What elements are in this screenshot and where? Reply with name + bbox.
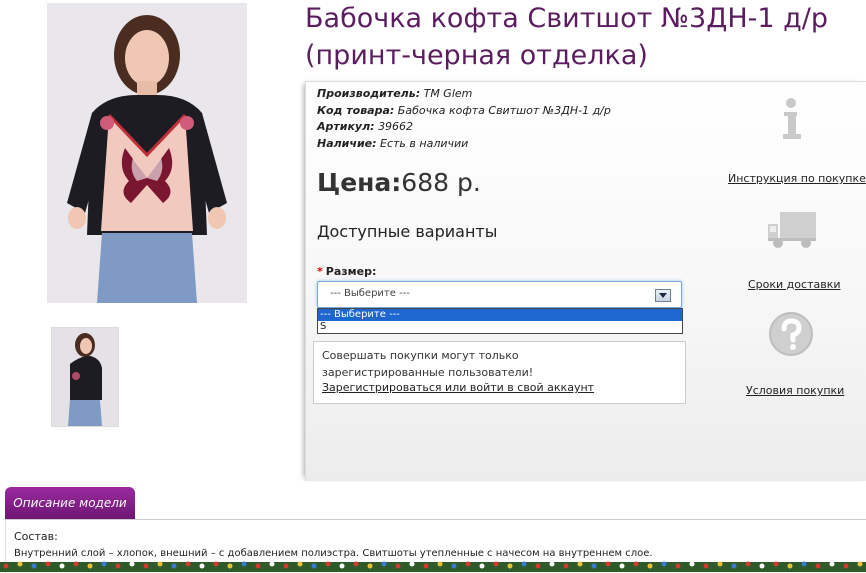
chevron-down-icon[interactable]: [655, 289, 671, 302]
terms-link[interactable]: Условия покупки: [746, 384, 844, 397]
availability-value: Есть в наличии: [380, 136, 469, 150]
login-register-link[interactable]: Зарегистрироваться или войти в свой акка…: [322, 381, 594, 394]
code-value: Бабочка кофта Свитшот №3ДН-1 д/р: [397, 103, 611, 117]
info-icon[interactable]: [779, 97, 803, 145]
login-notice: Совершать покупки могут только зарегистр…: [313, 341, 686, 404]
tab-description[interactable]: Описание модели: [5, 487, 135, 519]
manufacturer-label: Производитель:: [317, 87, 421, 100]
price-value: 688 р.: [401, 168, 481, 197]
login-notice-text: Совершать покупки могут только зарегистр…: [322, 349, 534, 379]
size-label: * Размер:: [317, 265, 376, 278]
model-photo: [47, 3, 247, 303]
size-dropdown-list[interactable]: --- Выберите --- S: [317, 308, 683, 334]
code-row: Код товара: Бабочка кофта Свитшот №3ДН-1…: [317, 103, 611, 120]
description-heading: Состав:: [14, 530, 58, 543]
size-select[interactable]: --- Выберите ---: [317, 281, 682, 308]
product-meta: Производитель: ТМ Glem Код товара: Бабоч…: [317, 86, 611, 152]
article-value: 39662: [378, 120, 414, 133]
required-mark: *: [317, 265, 323, 278]
product-main-image[interactable]: [47, 3, 247, 303]
size-label-text: Размер:: [325, 265, 377, 278]
manufacturer-row: Производитель: ТМ Glem: [317, 86, 611, 103]
price: Цена:688 р.: [317, 168, 481, 197]
product-title: Бабочка кофта Свитшот №3ДН-1 д/р (принт-…: [305, 3, 829, 71]
article-label: Артикул:: [317, 120, 375, 133]
variants-heading: Доступные варианты: [317, 222, 498, 241]
size-option[interactable]: --- Выберите ---: [318, 309, 682, 321]
product-thumbnail[interactable]: [51, 327, 119, 427]
truck-icon[interactable]: [766, 210, 818, 254]
availability-label: Наличие:: [317, 136, 377, 150]
price-label: Цена:: [317, 168, 402, 197]
size-option[interactable]: S: [318, 321, 682, 333]
code-label: Код товара:: [317, 103, 395, 117]
garland-decoration: [0, 556, 866, 572]
size-select-value: --- Выберите ---: [330, 288, 410, 299]
delivery-link[interactable]: Сроки доставки: [748, 278, 841, 291]
thumbnail-photo: [52, 328, 118, 426]
article-row: Артикул: 39662: [317, 119, 611, 136]
instruction-link[interactable]: Инструкция по покупке: [728, 172, 866, 185]
question-icon[interactable]: [768, 311, 814, 361]
manufacturer-value: ТМ Glem: [423, 87, 473, 100]
availability-row: Наличие: Есть в наличии: [317, 136, 611, 153]
